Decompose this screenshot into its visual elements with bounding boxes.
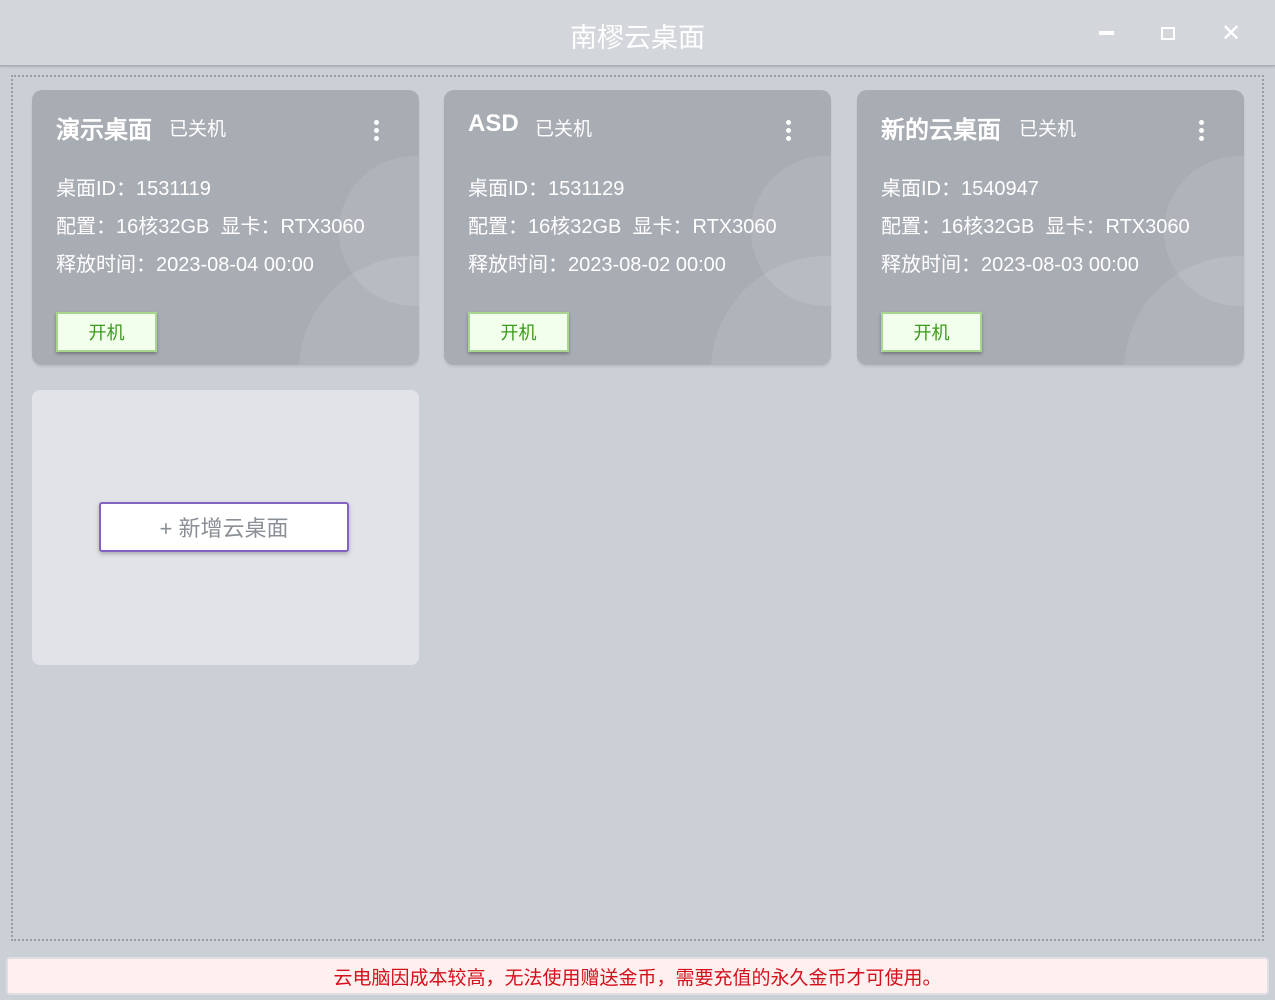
close-icon: ✕ [1220,19,1242,47]
desktop-id: 桌面ID：1531129 [468,178,625,200]
title-bar: 南樛云桌面 ✕ [0,0,1275,66]
close-button[interactable]: ✕ [1216,18,1246,48]
desktop-release-time: 释放时间：2023-08-02 00:00 [468,254,726,276]
desktop-card: 演示桌面 已关机 桌面ID：1531119 配置：16核32GB 显卡：RTX3… [32,90,419,365]
more-options-icon[interactable] [783,120,793,141]
power-on-button[interactable]: 开机 [468,312,569,352]
desktop-release-time: 释放时间：2023-08-03 00:00 [881,254,1139,276]
desktop-name: 新的云桌面 [881,117,1001,144]
desktop-card: ASD 已关机 桌面ID：1531129 配置：16核32GB 显卡：RTX30… [444,90,831,365]
window-title: 南樛云桌面 [570,23,705,53]
desktop-id: 桌面ID：1531119 [56,178,211,200]
minimize-icon [1098,31,1114,35]
desktop-config: 配置：16核32GB 显卡：RTX3060 [468,216,777,238]
decor-circle [711,256,831,365]
desktop-config: 配置：16核32GB 显卡：RTX3060 [56,216,365,238]
desktop-id: 桌面ID：1540947 [881,178,1039,200]
desktop-status: 已关机 [169,119,227,140]
desktop-release-time: 释放时间：2023-08-04 00:00 [56,254,314,276]
minimize-button[interactable] [1091,18,1121,48]
power-on-button[interactable]: 开机 [56,312,157,352]
desktop-name: 演示桌面 [56,117,152,144]
desktop-name: ASD [468,110,519,137]
more-options-icon[interactable] [1196,120,1206,141]
desktop-status: 已关机 [535,119,593,140]
decor-circle [1124,256,1244,365]
notice-bar: 云电脑因成本较高，无法使用赠送金币，需要充值的永久金币才可使用。 [6,957,1269,995]
decor-circle [299,256,419,365]
desktop-card: 新的云桌面 已关机 桌面ID：1540947 配置：16核32GB 显卡：RTX… [857,90,1244,365]
add-desktop-card: + 新增云桌面 [32,390,419,665]
maximize-button[interactable] [1153,18,1183,48]
more-options-icon[interactable] [371,120,381,141]
power-on-button[interactable]: 开机 [881,312,982,352]
add-desktop-button[interactable]: + 新增云桌面 [99,502,349,552]
maximize-icon [1161,26,1175,40]
desktop-status: 已关机 [1019,119,1077,140]
desktop-config: 配置：16核32GB 显卡：RTX3060 [881,216,1190,238]
